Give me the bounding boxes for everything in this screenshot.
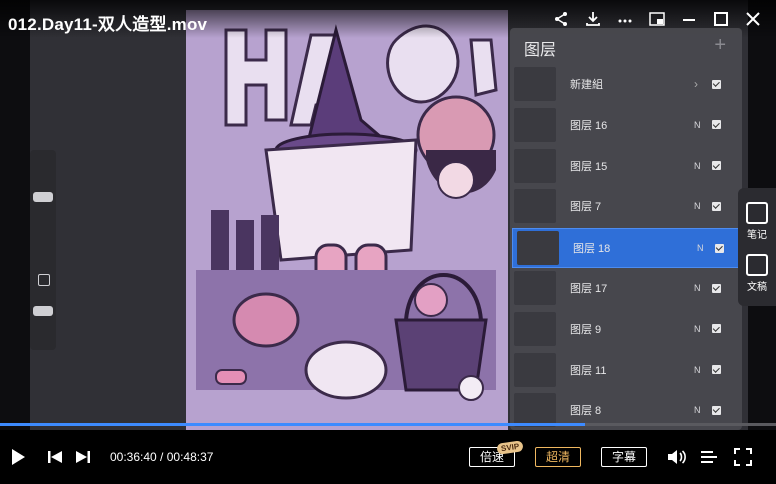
layer-thumbnail bbox=[514, 189, 556, 224]
previous-button[interactable] bbox=[47, 450, 63, 469]
layer-row[interactable]: 新建組 › bbox=[510, 65, 742, 103]
share-icon[interactable] bbox=[550, 8, 572, 30]
layer-row[interactable]: 图层 7 N bbox=[510, 187, 742, 225]
blend-mode-button[interactable]: N bbox=[694, 161, 701, 171]
add-layer-button[interactable]: + bbox=[714, 34, 726, 57]
artwork-illustration bbox=[186, 10, 508, 430]
playlist-button[interactable] bbox=[700, 449, 718, 470]
layer-name: 图层 16 bbox=[570, 119, 608, 132]
layer-name: 图层 9 bbox=[570, 323, 602, 336]
visibility-checkbox[interactable] bbox=[712, 405, 721, 415]
opacity-slider bbox=[33, 306, 53, 316]
window-controls bbox=[540, 8, 764, 30]
video-title: 012.Day11-双人造型.mov bbox=[8, 15, 208, 34]
time-display: 00:36:40 / 00:48:37 bbox=[110, 450, 213, 464]
visibility-checkbox[interactable] bbox=[712, 79, 721, 89]
fullscreen-button[interactable] bbox=[734, 448, 752, 471]
volume-icon bbox=[668, 450, 686, 464]
layer-row[interactable]: 图层 16 N bbox=[510, 106, 742, 144]
quality-button[interactable]: 超清 bbox=[535, 447, 581, 467]
visibility-checkbox[interactable] bbox=[712, 120, 721, 130]
left-gutter bbox=[0, 0, 30, 430]
next-button[interactable] bbox=[75, 450, 91, 469]
progress-bar[interactable] bbox=[0, 423, 776, 426]
document-icon bbox=[746, 254, 768, 276]
layer-row[interactable]: 图层 15 N bbox=[510, 147, 742, 185]
layer-name: 图层 8 bbox=[570, 405, 602, 418]
current-time: 00:36:40 bbox=[110, 450, 157, 464]
layer-name: 图层 15 bbox=[570, 160, 608, 173]
time-separator: / bbox=[156, 450, 167, 464]
play-button[interactable] bbox=[10, 448, 26, 471]
docs-label: 文稿 bbox=[747, 282, 767, 293]
total-time: 00:48:37 bbox=[166, 450, 214, 464]
layers-title: 图层 bbox=[524, 42, 557, 59]
layers-panel: 图层 + 新建組 › 图层 16 N 图层 15 N 图层 7 N 图层 18 N 图层 17 N 图层… bbox=[510, 28, 742, 430]
layer-row[interactable]: 图层 18 N bbox=[512, 228, 740, 269]
blend-mode-button[interactable]: N bbox=[697, 243, 704, 253]
layer-thumbnail bbox=[514, 67, 556, 101]
layer-name: 图层 7 bbox=[570, 201, 602, 214]
blend-mode-button[interactable]: N bbox=[694, 283, 701, 293]
blend-mode-button[interactable]: N bbox=[694, 120, 701, 130]
more-icon[interactable] bbox=[614, 8, 636, 30]
download-icon[interactable] bbox=[582, 8, 604, 30]
modify-button bbox=[38, 274, 50, 286]
note-icon bbox=[746, 202, 768, 224]
brush-size-panel bbox=[30, 150, 56, 350]
visibility-checkbox[interactable] bbox=[712, 365, 721, 375]
fullscreen-icon bbox=[734, 448, 752, 466]
layer-row[interactable]: 图层 11 N bbox=[510, 351, 742, 389]
visibility-checkbox[interactable] bbox=[715, 243, 724, 253]
skip-forward-icon bbox=[76, 451, 90, 463]
layer-thumbnail bbox=[514, 148, 556, 183]
volume-button[interactable] bbox=[667, 448, 687, 471]
layer-name: 图层 11 bbox=[570, 364, 607, 377]
visibility-checkbox[interactable] bbox=[712, 283, 721, 293]
visibility-checkbox[interactable] bbox=[712, 324, 721, 334]
layer-name: 图层 18 bbox=[573, 243, 611, 256]
subtitle-button[interactable]: 字幕 bbox=[601, 447, 647, 467]
docs-button[interactable]: 文稿 bbox=[738, 254, 776, 293]
blend-mode-button[interactable]: N bbox=[694, 324, 701, 334]
blend-mode-button[interactable]: N bbox=[694, 405, 701, 415]
maximize-icon[interactable] bbox=[710, 8, 732, 30]
halloween-artwork bbox=[186, 10, 508, 430]
pip-icon[interactable] bbox=[646, 8, 668, 30]
layer-thumbnail bbox=[514, 352, 556, 387]
progress-fill bbox=[0, 423, 586, 426]
svip-badge: SVIP bbox=[496, 440, 524, 455]
layer-row[interactable]: 图层 9 N bbox=[510, 310, 742, 348]
skip-back-icon bbox=[48, 451, 62, 463]
layer-name: 新建組 bbox=[570, 79, 603, 91]
layer-thumbnail bbox=[517, 231, 559, 266]
playlist-icon bbox=[701, 451, 717, 463]
layer-thumbnail bbox=[514, 271, 556, 305]
brush-size-slider bbox=[33, 192, 53, 202]
side-tools-panel: 笔记 文稿 bbox=[738, 188, 776, 306]
notes-button[interactable]: 笔记 bbox=[738, 202, 776, 241]
chevron-right-icon[interactable]: › bbox=[694, 77, 698, 91]
blend-mode-button[interactable]: N bbox=[694, 365, 701, 375]
play-icon bbox=[12, 449, 25, 465]
visibility-checkbox[interactable] bbox=[712, 201, 721, 211]
minimize-icon[interactable] bbox=[678, 8, 700, 30]
close-icon[interactable] bbox=[742, 8, 764, 30]
layer-thumbnail bbox=[514, 107, 556, 142]
blend-mode-button[interactable]: N bbox=[694, 201, 701, 211]
layer-name: 图层 17 bbox=[570, 283, 608, 295]
layer-thumbnail bbox=[514, 311, 556, 346]
player-controls: 00:36:40 / 00:48:37 倍速 SVIP 超清 字幕 bbox=[0, 430, 776, 484]
layer-row[interactable]: 图层 17 N bbox=[510, 269, 742, 307]
visibility-checkbox[interactable] bbox=[712, 161, 721, 171]
notes-label: 笔记 bbox=[747, 230, 767, 241]
